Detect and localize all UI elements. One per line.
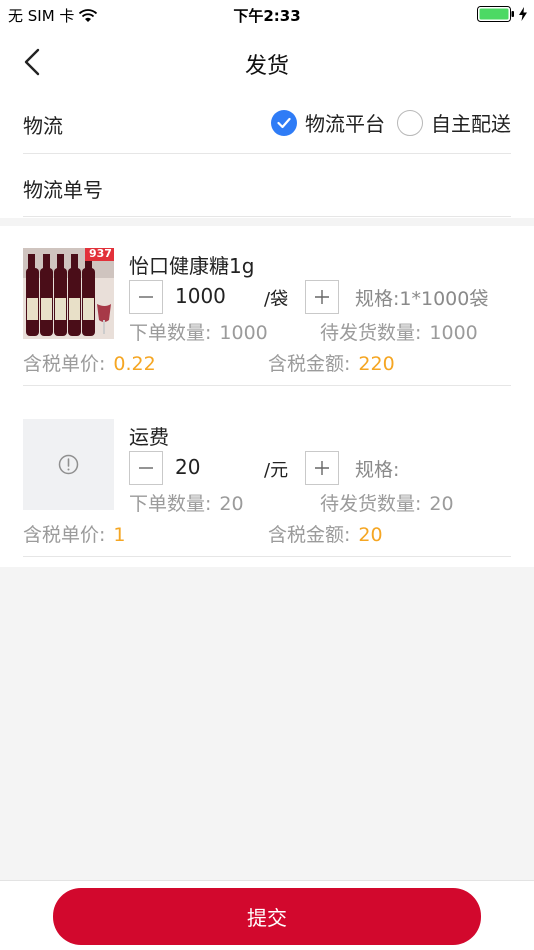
unit-price-value: 1: [113, 524, 126, 546]
unit-price-label: 含税单价:: [23, 524, 106, 546]
item-name: 怡口健康糖1g: [129, 254, 255, 278]
radio-label: 物流平台: [305, 112, 385, 136]
radio-label: 自主配送: [431, 112, 511, 136]
submit-button[interactable]: 提交: [53, 888, 481, 945]
radio-self-delivery[interactable]: 自主配送: [397, 108, 511, 137]
charging-bolt-icon: [519, 7, 527, 21]
nav-bar: 发货: [0, 30, 534, 94]
plus-icon: [315, 290, 329, 304]
unit-price-label: 含税单价:: [23, 353, 106, 375]
image-badge: 937: [89, 248, 112, 260]
amount-label: 含税金额:: [268, 353, 351, 375]
pending-quantity: 待发货数量: 20: [320, 489, 454, 516]
plus-icon: [315, 461, 329, 475]
amount-value: 20: [358, 524, 383, 546]
logistics-radio-group: 物流平台 自主配送: [259, 108, 511, 137]
product-image: 937: [23, 248, 114, 339]
decrease-button[interactable]: [129, 451, 163, 485]
quantity-stepper: 1000 /袋 规格:1*1000袋: [129, 280, 511, 314]
amount-value: 220: [358, 353, 395, 375]
item-name: 运费: [129, 425, 169, 449]
amount: 含税金额: 20: [268, 520, 383, 547]
radio-logistics-platform[interactable]: 物流平台: [271, 108, 385, 137]
unit-price-value: 0.22: [113, 353, 156, 375]
amount-label: 含税金额:: [268, 524, 351, 546]
alert-circle-icon: [58, 454, 79, 475]
amount: 含税金额: 220: [268, 349, 395, 376]
pending-qty-label: 待发货数量:: [320, 322, 422, 344]
status-bar: 无 SIM 卡 下午2:33: [0, 0, 534, 30]
spec-label: 规格:: [355, 459, 400, 481]
quantity-input[interactable]: 1000: [175, 284, 255, 308]
order-qty-value: 20: [219, 493, 244, 515]
battery-icon: [477, 6, 514, 22]
status-right: [477, 6, 528, 22]
increase-button[interactable]: [305, 451, 339, 485]
minus-icon: [139, 467, 153, 469]
unit-label: /袋: [264, 289, 289, 310]
tracking-number-label: 物流单号: [23, 178, 103, 202]
checkmark-icon: [271, 109, 297, 136]
radio-empty-icon: [397, 109, 423, 136]
pending-qty-label: 待发货数量:: [320, 493, 422, 515]
logistics-section: 物流 物流平台 自主配送 物流单号: [0, 94, 534, 218]
items-section: 937 怡口健康糖1g 1000 /袋 规格:1*1000袋 下单数量: 1000…: [0, 226, 534, 567]
unit-price: 含税单价: 0.22: [23, 349, 156, 376]
wine-bottles-image: [23, 248, 114, 339]
pending-qty-value: 1000: [429, 322, 478, 344]
unit-label: /元: [264, 460, 289, 481]
status-time: 下午2:33: [233, 7, 301, 25]
quantity-input[interactable]: 20: [175, 455, 255, 479]
pending-qty-value: 20: [429, 493, 454, 515]
quantity-stepper: 20 /元 规格:: [129, 451, 511, 485]
order-qty-label: 下单数量:: [129, 493, 212, 515]
footer: 提交: [0, 880, 534, 950]
list-item: 937 怡口健康糖1g 1000 /袋 规格:1*1000袋 下单数量: 1000…: [23, 226, 511, 386]
order-qty-label: 下单数量:: [129, 322, 212, 344]
increase-button[interactable]: [305, 280, 339, 314]
spec-label: 规格:1*1000袋: [355, 288, 489, 310]
minus-icon: [139, 296, 153, 298]
placeholder-image: [23, 419, 114, 510]
logistics-row: 物流 物流平台 自主配送: [23, 94, 511, 154]
logistics-label: 物流: [23, 114, 63, 138]
order-qty-value: 1000: [219, 322, 268, 344]
pending-quantity: 待发货数量: 1000: [320, 318, 478, 345]
list-item: 运费 20 /元 规格: 下单数量: 20 待发货数量: 20 含税单价: 1 含税金…: [23, 397, 511, 557]
order-quantity: 下单数量: 20: [129, 489, 244, 516]
page-title: 发货: [244, 54, 289, 79]
decrease-button[interactable]: [129, 280, 163, 314]
order-quantity: 下单数量: 1000: [129, 318, 268, 345]
tracking-number-row[interactable]: 物流单号: [23, 154, 511, 217]
unit-price: 含税单价: 1: [23, 520, 126, 547]
